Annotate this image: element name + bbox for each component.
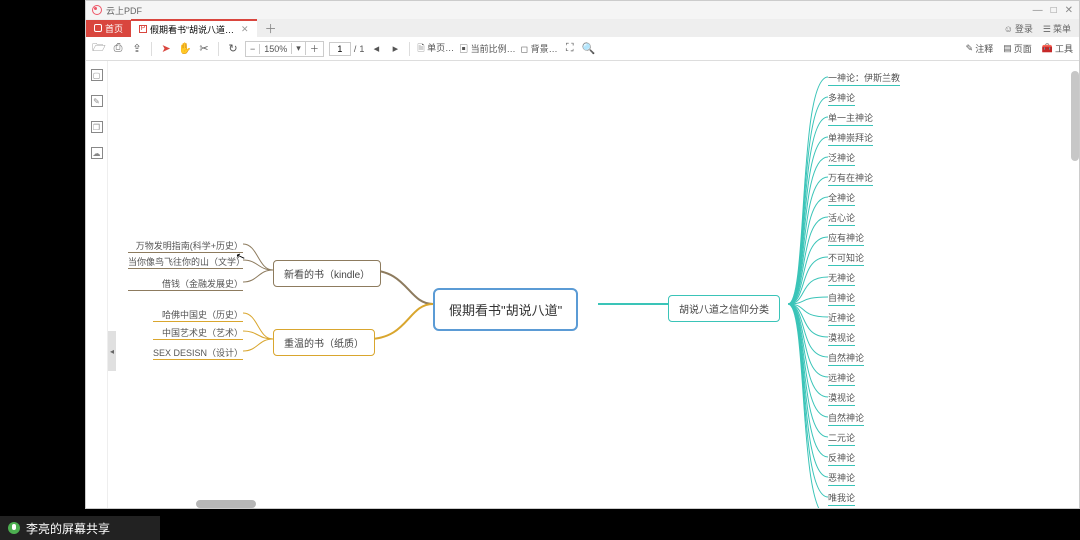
tab-document[interactable]: P 假期看书“胡说八道… ✕ (131, 19, 257, 38)
next-page-icon[interactable]: ▸ (388, 42, 402, 56)
window-minimize-button[interactable]: — (1033, 5, 1043, 16)
app-title: 云上PDF (106, 4, 142, 17)
leaf-belief-10[interactable]: 无神论 (828, 271, 855, 286)
open-file-icon[interactable]: 🗁 (92, 42, 106, 56)
leaf-belief-8[interactable]: 应有神论 (828, 231, 864, 246)
tab-document-label: 假期看书“胡说八道… (150, 23, 234, 36)
leaf-belief-17[interactable]: 自然神论 (828, 411, 864, 426)
background-option[interactable]: ◻ 背景… (521, 42, 558, 55)
main-toolbar: 🗁 ⎙ ⇪ ➤ ✋ ✂ ↻ − 150% ▾ ＋ / 1 ◂ ▸ 🗎 单页… ▣… (86, 37, 1079, 61)
left-sidebar: ▢ ✎ ❐ ☁ (86, 61, 108, 508)
window-close-button[interactable]: ✕ (1065, 5, 1073, 16)
vertical-scrollbar[interactable] (1071, 61, 1079, 508)
horizontal-scrollbar[interactable] (196, 500, 1067, 508)
leaf-belief-20[interactable]: 恶神论 (828, 471, 855, 486)
menu-button[interactable]: ☰菜单 (1043, 22, 1071, 35)
zoom-in-button[interactable]: ＋ (305, 42, 323, 55)
scale-option[interactable]: ▣ 当前比例… (459, 42, 516, 55)
leaf-belief-16[interactable]: 漠视论 (828, 391, 855, 406)
pdf-file-icon: P (139, 25, 147, 33)
sidebar-collapse-handle[interactable]: ◂ (108, 331, 116, 371)
leaf-belief-18[interactable]: 二元论 (828, 431, 855, 446)
fullscreen-icon[interactable]: ⛶ (563, 42, 577, 56)
search-icon[interactable]: 🔍 (582, 42, 596, 56)
mindmap-connectors (108, 61, 1079, 508)
mindmap-node-paper[interactable]: 重温的书（纸质） (273, 329, 375, 356)
tab-bar: 首页 P 假期看书“胡说八道… ✕ ＋ ☺登录 ☰菜单 (86, 19, 1079, 37)
content-area: ▢ ✎ ❐ ☁ ◂ (86, 61, 1079, 508)
leaf-belief-9[interactable]: 不可知论 (828, 251, 864, 266)
thumbnail-panel-icon[interactable]: ▢ (91, 69, 103, 81)
leaf-belief-4[interactable]: 泛神论 (828, 151, 855, 166)
zoom-dropdown-icon[interactable]: ▾ (291, 43, 305, 54)
page-navigator: / 1 (329, 42, 365, 56)
document-canvas[interactable]: ◂ 假期看书"胡说八道" 新 (108, 61, 1079, 508)
screen-share-overlay: 李亮的屏幕共享 (0, 516, 160, 540)
tab-home-label: 首页 (105, 22, 123, 35)
leaf-belief-15[interactable]: 远神论 (828, 371, 855, 386)
leaf-belief-14[interactable]: 自然神论 (828, 351, 864, 366)
leaf-kindle-2[interactable]: 借钱（金融发展史） (128, 277, 243, 291)
hand-tool-icon[interactable]: ✋ (178, 42, 192, 56)
leaf-belief-5[interactable]: 万有在神论 (828, 171, 873, 186)
tab-add-button[interactable]: ＋ (257, 20, 285, 37)
leaf-kindle-0[interactable]: 万物发明指南(科学+历史） (128, 239, 243, 253)
pages-panel-button[interactable]: ▤ 页面 (1003, 42, 1032, 55)
leaf-belief-2[interactable]: 单一主神论 (828, 111, 873, 126)
page-total: 1 (359, 44, 364, 54)
leaf-belief-1[interactable]: 多神论 (828, 91, 855, 106)
leaf-paper-2[interactable]: SEX DESISN（设计） (153, 346, 243, 360)
scissors-icon[interactable]: ✂ (197, 42, 211, 56)
app-logo-icon (92, 5, 102, 15)
leaf-paper-0[interactable]: 哈佛中国史（历史） (153, 308, 243, 322)
tools-button[interactable]: 🧰 工具 (1042, 42, 1073, 55)
rotate-icon[interactable]: ↻ (226, 42, 240, 56)
cursor-tool-icon[interactable]: ➤ (159, 42, 173, 56)
leaf-kindle-1[interactable]: 当你像鸟飞往你的山（文学） (128, 255, 243, 269)
cloud-panel-icon[interactable]: ☁ (91, 147, 103, 159)
zoom-value[interactable]: 150% (260, 44, 291, 54)
print-icon[interactable]: ⎙ (111, 42, 125, 56)
home-icon (94, 24, 102, 32)
screen-share-label: 李亮的屏幕共享 (26, 520, 110, 537)
leaf-belief-19[interactable]: 反神论 (828, 451, 855, 466)
leaf-belief-12[interactable]: 近神论 (828, 311, 855, 326)
leaf-belief-0[interactable]: 一神论：伊斯兰教 (828, 71, 900, 86)
leaf-belief-11[interactable]: 自神论 (828, 291, 855, 306)
annotate-button[interactable]: ✎ 注释 (966, 42, 994, 55)
export-icon[interactable]: ⇪ (130, 42, 144, 56)
leaf-paper-1[interactable]: 中国艺术史（艺术） (153, 326, 243, 340)
mindmap-root-node[interactable]: 假期看书"胡说八道" (433, 288, 578, 331)
prev-page-icon[interactable]: ◂ (369, 42, 383, 56)
microphone-icon[interactable] (8, 522, 20, 534)
page-current-input[interactable] (329, 42, 351, 56)
zoom-control: − 150% ▾ ＋ (245, 41, 324, 57)
login-link[interactable]: ☺登录 (1004, 22, 1033, 35)
layers-panel-icon[interactable]: ❐ (91, 121, 103, 133)
zoom-out-button[interactable]: − (246, 44, 260, 54)
titlebar: 云上PDF — □ ✕ (86, 1, 1079, 19)
page-separator: / (354, 44, 357, 54)
edit-panel-icon[interactable]: ✎ (91, 95, 103, 107)
window-maximize-button[interactable]: □ (1051, 5, 1057, 16)
leaf-belief-7[interactable]: 活心论 (828, 211, 855, 226)
leaf-belief-13[interactable]: 漠视论 (828, 331, 855, 346)
tab-close-icon[interactable]: ✕ (241, 24, 249, 35)
pdf-app-window: 云上PDF — □ ✕ 首页 P 假期看书“胡说八道… ✕ ＋ ☺登录 ☰菜单 … (85, 0, 1080, 509)
mindmap-node-kindle[interactable]: 新看的书（kindle） (273, 260, 381, 287)
leaf-belief-3[interactable]: 单神崇拜论 (828, 131, 873, 146)
leaf-belief-6[interactable]: 全神论 (828, 191, 855, 206)
tab-home[interactable]: 首页 (86, 20, 131, 37)
mindmap-node-belief[interactable]: 胡说八道之信仰分类 (668, 295, 780, 322)
single-page-option[interactable]: 🗎 单页… (417, 41, 454, 57)
